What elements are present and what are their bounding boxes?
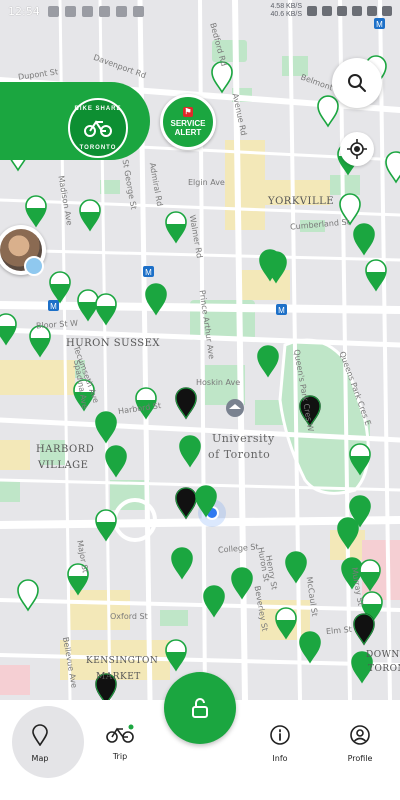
profile-circle-icon [350, 725, 370, 745]
wechat-notification-icon [81, 5, 93, 17]
search-button[interactable] [332, 58, 382, 108]
info-circle-icon [270, 725, 290, 745]
net-speed-down: 40.6 KB/S [270, 11, 302, 18]
street-label: Elgin Ave [188, 178, 225, 187]
mute-status-icon [322, 6, 332, 16]
nav-map-label: Map [31, 754, 49, 763]
street-label: Hoskin Ave [196, 378, 241, 387]
neighbourhood-label: YORKVILLE [268, 196, 335, 207]
crosshair-icon [347, 139, 367, 159]
svg-text:M: M [278, 306, 285, 315]
nav-profile-label: Profile [347, 754, 373, 763]
landmark-label: University [212, 432, 275, 445]
bicycle-logo-icon [84, 120, 112, 137]
signal-status-icon [367, 6, 377, 16]
photo-notification-icon [47, 5, 59, 17]
neighbourhood-label: HARBORD [36, 444, 95, 455]
unlock-padlock-icon [192, 698, 208, 718]
service-alert-label-1: SERVICE [170, 119, 206, 128]
alert-flag-icon: ⚑ [183, 107, 193, 117]
settings-notification-icon [132, 5, 144, 17]
nav-trip[interactable]: Trip [80, 700, 160, 786]
landmark-label: of Toronto [208, 448, 271, 461]
avatar-badge-icon [24, 256, 44, 276]
my-location-button[interactable] [340, 132, 374, 166]
wifi-status-icon [337, 6, 347, 16]
twitter-notification-icon [98, 5, 110, 17]
logo-text-top: BIKE SHARE [74, 106, 122, 112]
location-status-icon [307, 6, 317, 16]
messenger-notification-icon [64, 5, 76, 17]
status-time: 12:54 [8, 4, 40, 18]
nav-info-label: Info [272, 754, 288, 763]
bike-share-logo[interactable]: BIKE SHARE TORONTO [68, 98, 128, 158]
bicycle-icon [106, 724, 134, 743]
neighbourhood-label: TORONTO [368, 664, 400, 674]
status-bar: 12:54 4.58 KB/S 40.6 KB/S [0, 0, 400, 22]
nav-trip-label: Trip [112, 752, 128, 761]
outlook-notification-icon [115, 5, 127, 17]
neighbourhood-label: VILLAGE [38, 460, 89, 471]
service-alert-label-2: ALERT [174, 128, 202, 137]
search-icon [348, 74, 366, 92]
service-alert-button[interactable]: ⚑ SERVICE ALERT [160, 94, 216, 150]
bike-share-map-screen: M M M M YORKVILLE HURON SUSSEX HARBORD V… [0, 0, 400, 800]
svg-text:M: M [50, 302, 57, 311]
subway-marker: M [145, 268, 152, 277]
gesture-area [0, 786, 400, 800]
neighbourhood-label: DOWNTO [366, 650, 400, 660]
unlock-bike-button[interactable] [164, 672, 236, 744]
map-pin-outline-icon [32, 724, 48, 746]
logo-text-bottom: TORONTO [79, 145, 117, 151]
battery-status-icon [382, 6, 392, 16]
neighbourhood-label: KENSINGTON [86, 656, 159, 666]
nav-map[interactable]: Map [0, 700, 84, 786]
net-speed-up: 4.58 KB/S [270, 3, 302, 10]
nav-info[interactable]: Info [240, 700, 320, 786]
street-label: Oxford St [110, 612, 148, 621]
nav-profile[interactable]: Profile [320, 700, 400, 786]
neighbourhood-label: MARKET [96, 672, 141, 682]
signal-status-icon [352, 6, 362, 16]
